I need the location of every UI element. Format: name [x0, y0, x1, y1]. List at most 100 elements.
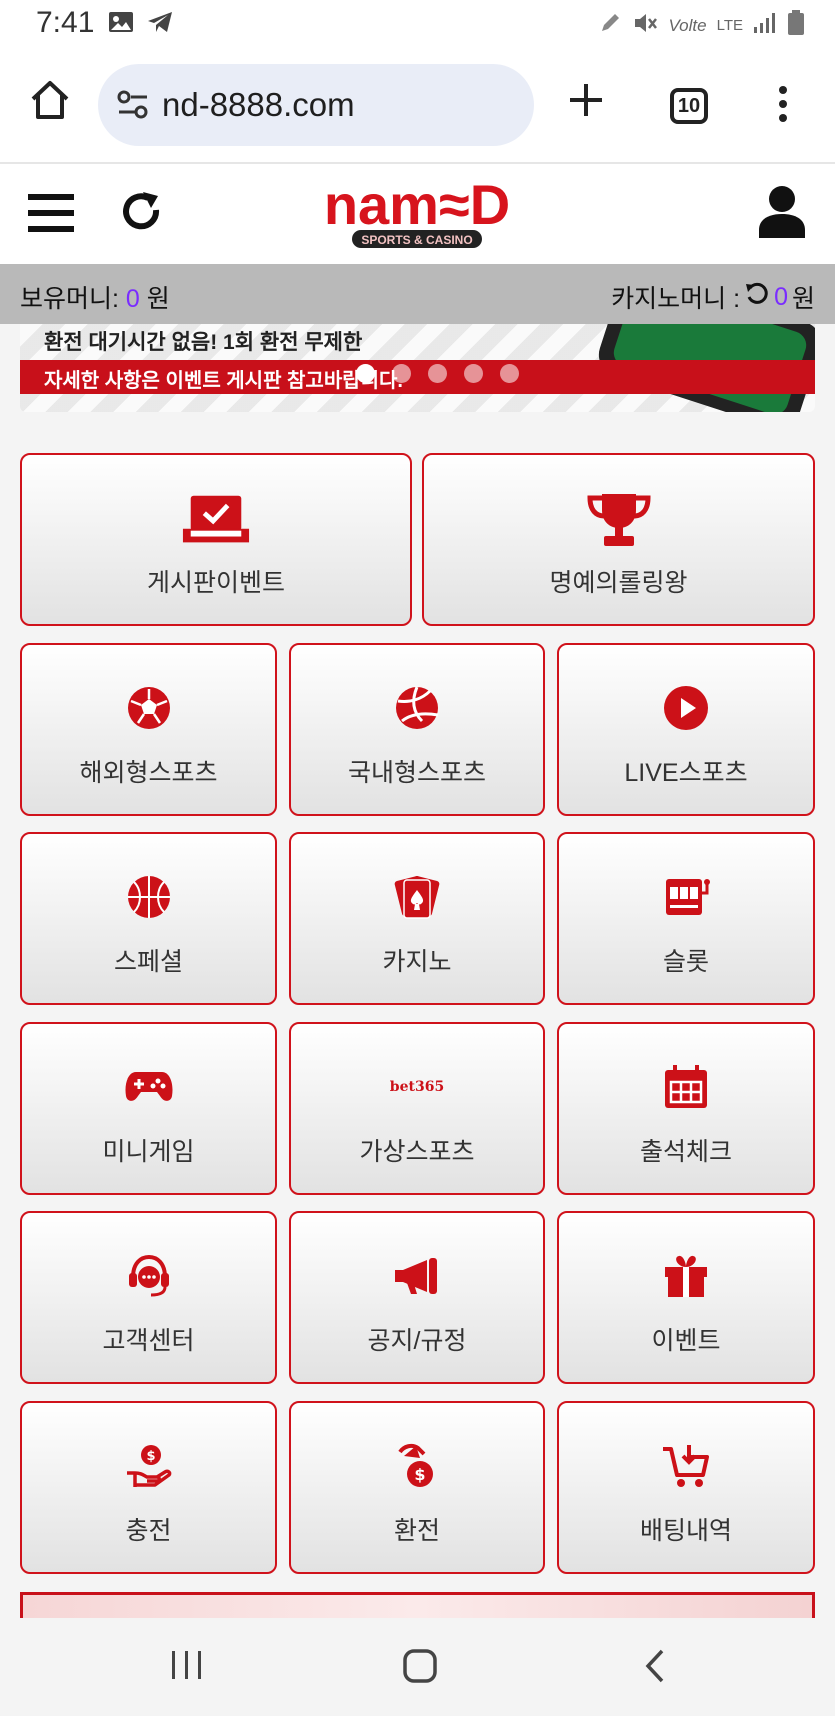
- slot-machine-icon: [651, 866, 721, 928]
- holding-money: 보유머니: 0 원: [20, 279, 170, 315]
- menu-tile-special[interactable]: 스페셜: [20, 832, 277, 1005]
- menu-tile-attendance[interactable]: 출석체크: [557, 1022, 815, 1195]
- calendar-icon: [651, 1056, 721, 1118]
- board-check-icon: [181, 489, 251, 551]
- more-menu-icon[interactable]: [776, 84, 790, 129]
- bet365-logo-icon: bet365: [389, 1079, 445, 1095]
- volte-icon: Volte: [668, 15, 707, 35]
- menu-tile-label: 해외형스포츠: [79, 759, 218, 787]
- menu-tile-casino[interactable]: 카지노: [289, 832, 545, 1005]
- casino-money-unit: 원: [791, 285, 815, 313]
- menu-tile-label: 슬롯: [662, 948, 709, 976]
- menu-tile-label: 게시판이벤트: [146, 569, 285, 597]
- holding-money-value: 0: [125, 285, 140, 313]
- tab-switcher-button[interactable]: 10: [670, 88, 708, 124]
- browser-toolbar: nd-8888.com 10: [0, 50, 835, 164]
- lte-icon: LTE: [716, 17, 743, 34]
- pencil-icon: [598, 11, 622, 40]
- banner-line1: 환전 대기시간 없음! 1회 환전 무제한: [44, 331, 363, 354]
- coin-exchange-icon: $: [382, 1435, 452, 1497]
- slider-dot[interactable]: [356, 364, 375, 383]
- menu-tile-betting-history[interactable]: 배팅내역: [557, 1401, 815, 1574]
- money-bar: 보유머니: 0 원 카지노머니 : 0 원: [0, 264, 835, 324]
- gamepad-icon: [114, 1056, 184, 1118]
- casino-money: 카지노머니 : 0 원: [611, 279, 815, 315]
- menu-tile-label: 명예의롤링왕: [549, 569, 688, 597]
- cart-download-icon: [651, 1435, 721, 1497]
- playing-cards-icon: [382, 866, 452, 928]
- menu-tile-deposit[interactable]: $ 충전: [20, 1401, 277, 1574]
- menu-tile-withdraw[interactable]: $ 환전: [289, 1401, 545, 1574]
- system-nav-bar: [0, 1618, 835, 1716]
- signal-icon: [753, 12, 777, 39]
- menu-tile-label: 미니게임: [102, 1138, 195, 1166]
- site-header: nam≈D SPORTS & CASINO: [0, 166, 835, 264]
- refresh-icon[interactable]: [118, 188, 166, 241]
- menu-tile-label: 환전: [393, 1517, 440, 1545]
- volleyball-icon: [382, 677, 452, 739]
- menu-tile-notice[interactable]: 공지/규정: [289, 1211, 545, 1384]
- menu-tile-domestic-sports[interactable]: 국내형스포츠: [289, 643, 545, 816]
- menu-tile-label: 스페셜: [113, 948, 183, 976]
- megaphone-icon: [382, 1245, 452, 1307]
- status-bar: 7:41 Volte LTE: [0, 0, 835, 50]
- menu-tile-label: 이벤트: [651, 1327, 721, 1355]
- slider-dot[interactable]: [464, 364, 483, 383]
- menu-tile-label: LIVE스포츠: [624, 759, 748, 787]
- menu-tile-label: 충전: [125, 1517, 172, 1545]
- url-text: nd-8888.com: [162, 86, 355, 123]
- menu-tile-label: 배팅내역: [639, 1517, 732, 1545]
- menu-tile-board-event[interactable]: 게시판이벤트: [20, 453, 412, 626]
- logo-text: nam≈D: [324, 178, 510, 236]
- menu-tile-minigame[interactable]: 미니게임: [20, 1022, 277, 1195]
- bottom-banner[interactable]: [20, 1592, 815, 1618]
- battery-icon: [787, 10, 805, 41]
- status-time: 7:41: [36, 6, 95, 39]
- gift-icon: [651, 1245, 721, 1307]
- site-logo[interactable]: nam≈D SPORTS & CASINO: [288, 173, 546, 252]
- hamburger-menu-icon[interactable]: [28, 190, 76, 241]
- back-icon[interactable]: [640, 1648, 670, 1689]
- trophy-icon: [584, 489, 654, 551]
- banner-line2: 자세한 사항은 이벤트 게시판 참고바랍니다.: [44, 370, 403, 392]
- basketball-icon: [114, 866, 184, 928]
- telegram-icon: [146, 10, 174, 39]
- menu-tile-label: 가상스포츠: [359, 1138, 475, 1166]
- promo-banner[interactable]: 환전 대기시간 없음! 1회 환전 무제한 자세한 사항은 이벤트 게시판 참고…: [20, 324, 815, 412]
- menu-tile-customer-center[interactable]: 고객센터: [20, 1211, 277, 1384]
- menu-tile-virtual-sports[interactable]: bet365 가상스포츠: [289, 1022, 545, 1195]
- home-icon[interactable]: [28, 78, 72, 122]
- main-content: 환전 대기시간 없음! 1회 환전 무제한 자세한 사항은 이벤트 게시판 참고…: [0, 324, 835, 1618]
- recent-apps-icon[interactable]: [170, 1648, 204, 1687]
- menu-tile-slot[interactable]: 슬롯: [557, 832, 815, 1005]
- slider-dot[interactable]: [500, 364, 519, 383]
- new-tab-icon[interactable]: [566, 80, 606, 125]
- casino-refresh-icon[interactable]: [744, 281, 770, 314]
- home-button-icon[interactable]: [402, 1648, 438, 1689]
- site-settings-icon[interactable]: [116, 88, 150, 127]
- casino-money-label: 카지노머니 :: [611, 285, 741, 313]
- menu-tile-label: 고객센터: [102, 1327, 195, 1355]
- hand-coin-icon: $: [114, 1435, 184, 1497]
- menu-tile-live-sports[interactable]: LIVE스포츠: [557, 643, 815, 816]
- menu-tile-overseas-sports[interactable]: 해외형스포츠: [20, 643, 277, 816]
- menu-tile-rolling-king[interactable]: 명예의롤링왕: [422, 453, 815, 626]
- headset-icon: [114, 1245, 184, 1307]
- logo-subtitle: SPORTS & CASINO: [361, 233, 472, 247]
- casino-money-value: 0: [774, 282, 788, 311]
- play-icon: [651, 677, 721, 739]
- soccer-ball-icon: [114, 677, 184, 739]
- menu-tile-label: 공지/규정: [367, 1327, 467, 1355]
- gallery-icon: [108, 10, 134, 39]
- menu-tile-label: 출석체크: [639, 1138, 732, 1166]
- menu-tile-event[interactable]: 이벤트: [557, 1211, 815, 1384]
- slider-dot[interactable]: [392, 364, 411, 383]
- slider-dot[interactable]: [428, 364, 447, 383]
- svg-text:$: $: [146, 1449, 155, 1464]
- svg-text:$: $: [414, 1465, 425, 1484]
- slider-dots: [356, 364, 519, 383]
- address-bar[interactable]: nd-8888.com: [98, 64, 534, 146]
- user-account-icon[interactable]: [757, 184, 807, 243]
- menu-tile-label: 국내형스포츠: [347, 759, 486, 787]
- holding-money-label: 보유머니:: [20, 285, 119, 313]
